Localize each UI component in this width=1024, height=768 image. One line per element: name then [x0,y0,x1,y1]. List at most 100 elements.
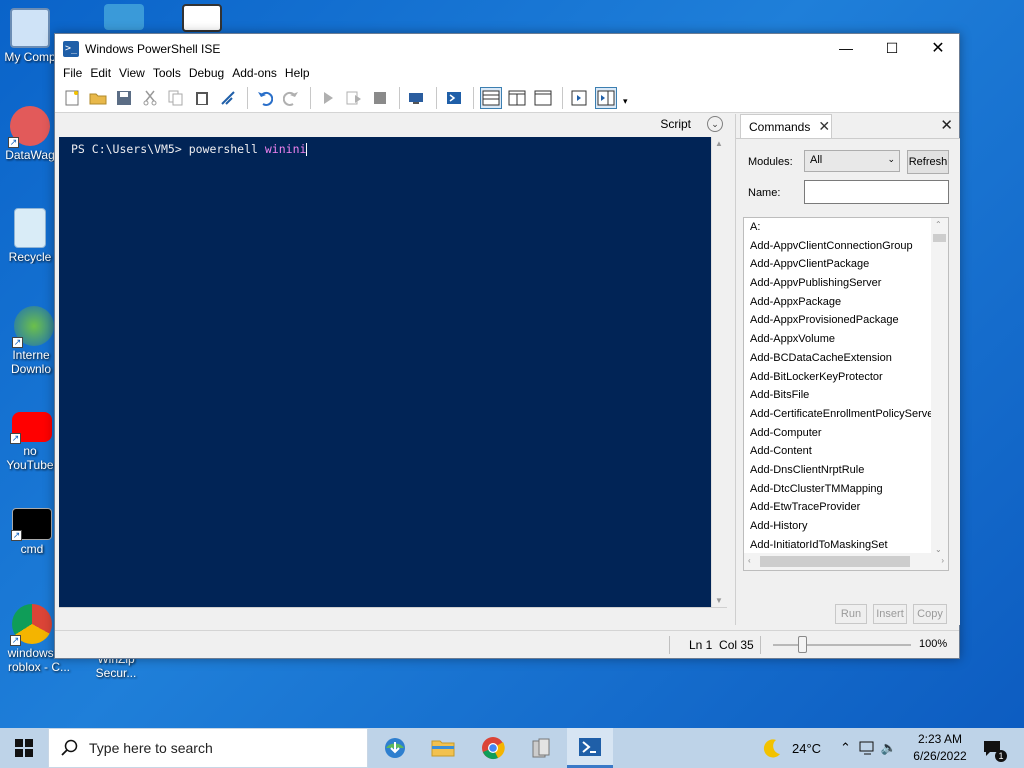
scroll-up-icon[interactable]: ⌃ [935,220,942,229]
stop-button[interactable] [369,87,391,109]
taskbar-app-internet-download-manager[interactable] [372,728,418,768]
start-powershell-button[interactable] [443,87,465,109]
minimize-button[interactable]: — [823,34,869,63]
weather-widget[interactable]: 24°C [762,728,821,768]
command-list-item[interactable]: Add-Content [744,442,932,461]
scroll-up-icon[interactable]: ▲ [715,139,723,148]
taskbar-app-file-explorer[interactable] [420,728,466,768]
command-list-item[interactable]: Add-BitsFile [744,386,932,405]
list-vertical-scrollbar[interactable]: ⌃ ⌄ [931,218,948,554]
list-horizontal-scrollbar[interactable]: ‹ › [744,553,948,570]
command-list-item[interactable]: Add-BCDataCacheExtension [744,349,932,368]
toolbar-overflow-icon[interactable]: ▾ [623,96,628,107]
modules-dropdown[interactable]: All ⌄ [804,150,900,172]
command-list-item[interactable]: Add-EtwTraceProvider [744,498,932,517]
desktop-icon-folder[interactable] [96,4,152,32]
taskbar-app-chrome[interactable] [470,728,516,768]
zoom-slider-track[interactable] [773,644,911,646]
command-list-item[interactable]: Add-InitiatorIdToMaskingSet [744,536,932,555]
script-pane-top-button[interactable] [480,86,502,109]
command-list-item[interactable]: Add-AppvClientConnectionGroup [744,237,932,256]
script-pane-maximized-button[interactable] [532,87,554,109]
redo-button[interactable] [280,87,302,109]
command-list-item[interactable]: Add-AppxPackage [744,293,932,312]
taskbar-search-box[interactable]: Type here to search [48,728,368,768]
clear-console-button[interactable] [217,87,239,109]
volume-icon[interactable]: 🔈 [881,740,897,756]
remote-powershell-button[interactable] [406,87,428,109]
open-button[interactable] [87,87,109,109]
command-list-item[interactable]: Add-AppxVolume [744,330,932,349]
cursor-position: Ln 1 Col 35 [689,638,754,652]
scrollbar-thumb[interactable] [933,234,946,242]
scrollbar-thumb[interactable] [760,556,910,567]
taskbar-clock[interactable]: 2:23 AM 6/26/2022 [906,731,974,765]
console-pane[interactable]: PS C:\Users\VM5> powershell winini [59,137,711,607]
desktop-icon-my-computer[interactable]: My Comp [2,8,58,64]
command-list-item[interactable]: Add-AppvPublishingServer [744,274,932,293]
script-label[interactable]: Script [660,117,691,131]
start-button[interactable] [0,728,48,768]
console-header: Script ⌄ [59,114,727,136]
notification-center-button[interactable]: 1 [982,728,1007,768]
run-selection-button[interactable] [343,87,365,109]
close-pane-icon[interactable]: ✕ [940,116,953,134]
toolbar-separator [473,86,474,109]
close-button[interactable]: ✕ [915,34,961,63]
run-script-button[interactable] [317,87,339,109]
copy-button[interactable] [165,87,187,109]
scroll-left-icon[interactable]: ‹ [748,556,751,565]
insert-button[interactable]: Insert [873,604,907,624]
refresh-button[interactable]: Refresh [907,150,949,174]
menu-file[interactable]: File [59,66,86,80]
desktop-icon-app[interactable] [174,4,230,34]
tab-commands[interactable]: Commands ✕ [740,114,832,138]
desktop-icon-chrome-roblox[interactable]: ↗ windows 10 roblox - C... [4,604,70,674]
show-script-pane-button[interactable] [569,87,591,109]
cut-button[interactable] [139,87,161,109]
desktop-icon-recycle-bin[interactable]: Recycle [2,208,58,264]
command-list-item[interactable]: Add-History [744,517,932,536]
menu-tools[interactable]: Tools [149,66,185,80]
desktop-icon-datawagon[interactable]: ↗ DataWag [2,106,58,162]
command-list-item[interactable]: Add-AppvClientPackage [744,255,932,274]
command-list-item[interactable]: Add-BitLockerKeyProtector [744,368,932,387]
menu-debug[interactable]: Debug [185,66,228,80]
name-filter-input[interactable] [804,180,949,204]
menu-edit[interactable]: Edit [86,66,115,80]
chevron-up-icon[interactable]: ⌃ [840,740,851,756]
scroll-right-icon[interactable]: › [941,556,944,565]
zoom-slider-thumb[interactable] [798,636,807,653]
scroll-down-icon[interactable]: ▼ [715,596,723,605]
taskbar-app-server[interactable] [518,728,564,768]
command-list-item[interactable]: Add-DnsClientNrptRule [744,461,932,480]
chevron-down-icon[interactable]: ⌄ [707,116,723,132]
run-button[interactable]: Run [835,604,867,624]
taskbar-app-powershell-ise[interactable] [567,728,613,768]
commands-list[interactable]: A: Add-AppvClientConnectionGroup Add-AppvC… [743,217,949,571]
close-tab-icon[interactable]: ✕ [818,118,830,135]
paste-button[interactable] [191,87,213,109]
show-command-addon-button[interactable] [595,86,617,109]
save-button[interactable] [113,87,135,109]
network-icon[interactable] [859,740,877,756]
menu-view[interactable]: View [115,66,149,80]
scissors-icon [143,90,157,105]
desktop-icon-cmd[interactable]: ↗ cmd [4,508,60,556]
maximize-button[interactable]: ☐ [869,34,915,63]
new-file-button[interactable] [61,87,83,109]
menu-addons[interactable]: Add-ons [228,66,281,80]
undo-button[interactable] [254,87,276,109]
monitor-icon [182,4,222,32]
script-pane-right-button[interactable] [506,87,528,109]
console-vertical-scrollbar[interactable]: ▲ ▼ [711,137,727,607]
command-list-item[interactable]: A: [744,218,932,237]
desktop-icon-youtube[interactable]: ↗ no YouTube [4,412,60,472]
title-bar[interactable]: >_ Windows PowerShell ISE — ☐ ✕ [55,34,959,63]
command-list-item[interactable]: Add-Computer [744,424,932,443]
menu-help[interactable]: Help [281,66,314,80]
command-list-item[interactable]: Add-AppxProvisionedPackage [744,311,932,330]
command-list-item[interactable]: Add-CertificateEnrollmentPolicyServer [744,405,932,424]
copy-command-button[interactable]: Copy [913,604,947,624]
command-list-item[interactable]: Add-DtcClusterTMMapping [744,480,932,499]
